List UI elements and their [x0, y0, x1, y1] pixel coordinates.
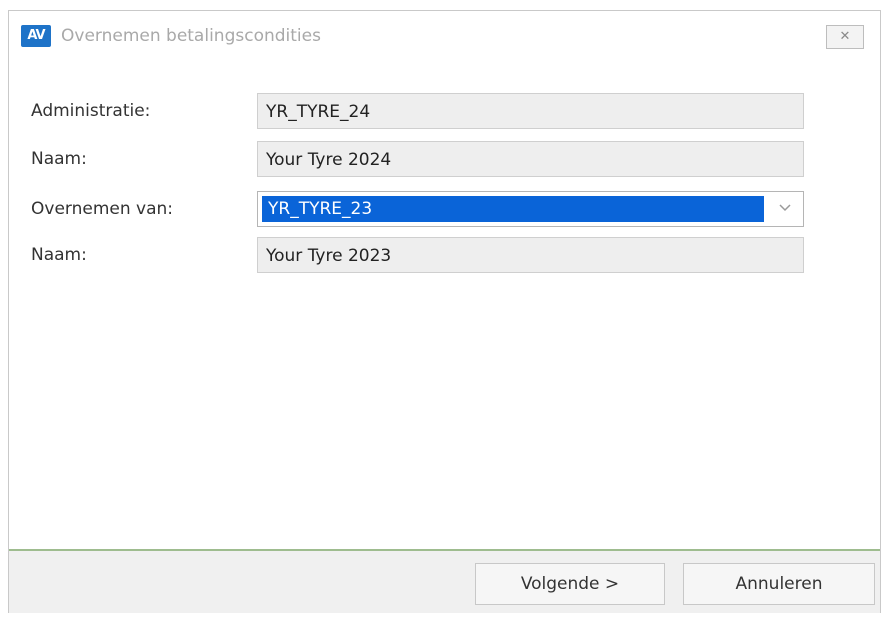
row-naam-current: Naam: Your Tyre 2024	[9, 141, 880, 177]
close-icon: ✕	[839, 29, 851, 44]
window-title: Overnemen betalingscondities	[61, 26, 321, 46]
row-naam-source: Naam: Your Tyre 2023	[9, 237, 880, 273]
administratie-field: YR_TYRE_24	[257, 93, 804, 129]
overnemen-van-value: YR_TYRE_23	[268, 199, 373, 219]
overnemen-van-dropdown[interactable]: YR_TYRE_23	[257, 191, 804, 227]
administratie-value: YR_TYRE_24	[266, 102, 371, 122]
title-bar: AV Overnemen betalingscondities ✕	[9, 11, 880, 63]
administratie-label: Administratie:	[31, 101, 151, 121]
overnemen-van-label: Overnemen van:	[31, 199, 174, 219]
naam-current-label: Naam:	[31, 149, 87, 169]
naam-current-value: Your Tyre 2024	[266, 150, 392, 170]
combo-selection-highlight: YR_TYRE_23	[262, 196, 764, 222]
app-logo-icon: AV	[21, 25, 51, 47]
naam-current-field: Your Tyre 2024	[257, 141, 804, 177]
dialog-footer: Volgende > Annuleren	[9, 551, 880, 613]
naam-source-field: Your Tyre 2023	[257, 237, 804, 273]
next-button[interactable]: Volgende >	[475, 563, 665, 605]
cancel-button[interactable]: Annuleren	[683, 563, 875, 605]
row-overnemen-van: Overnemen van: YR_TYRE_23	[9, 191, 880, 227]
row-administratie: Administratie: YR_TYRE_24	[9, 93, 880, 129]
naam-source-label: Naam:	[31, 245, 87, 265]
naam-source-value: Your Tyre 2023	[266, 246, 392, 266]
chevron-down-icon[interactable]	[771, 196, 799, 222]
dialog-window: AV Overnemen betalingscondities ✕ Admini…	[8, 10, 881, 613]
close-button[interactable]: ✕	[826, 25, 864, 49]
